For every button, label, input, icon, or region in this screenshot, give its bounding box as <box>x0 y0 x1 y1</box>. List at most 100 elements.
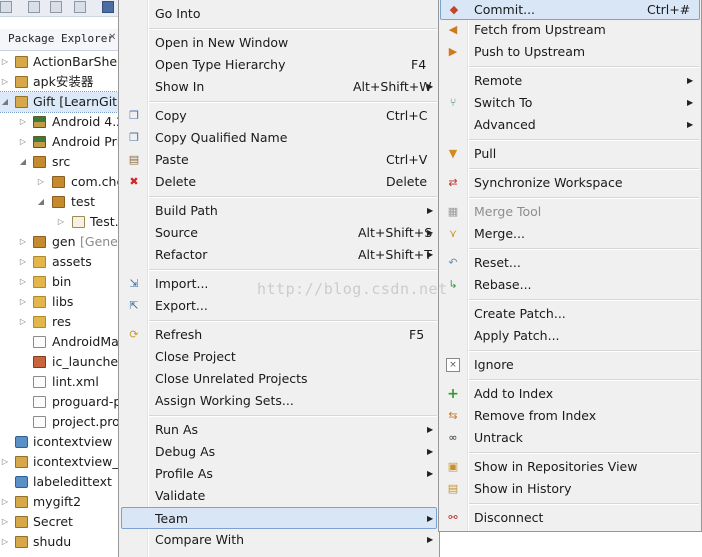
menu-item-debug-as[interactable]: Debug As ▶ <box>121 441 437 463</box>
save-icon[interactable] <box>28 1 40 13</box>
menu-item-advanced[interactable]: Advanced ▶ <box>440 114 700 136</box>
tree-item[interactable]: ◢ src <box>0 152 118 172</box>
menu-item-close-project[interactable]: Close Project <box>121 346 437 368</box>
print-icon[interactable] <box>74 1 86 13</box>
xml-file-icon <box>33 336 46 348</box>
menu-item-show-in-repositories-view[interactable]: ▣ Show in Repositories View <box>440 456 700 478</box>
menu-item-copy-qualified-name[interactable]: ❐ Copy Qualified Name <box>121 127 437 149</box>
menu-item-ignore[interactable]: × Ignore <box>440 354 700 376</box>
expand-icon[interactable]: ▷ <box>18 272 28 292</box>
tree-item[interactable]: ▷ com.che <box>0 172 118 192</box>
tree-item[interactable]: AndroidMa <box>0 332 118 352</box>
tree-item[interactable]: ▷ res <box>0 312 118 332</box>
expand-icon[interactable]: ▷ <box>0 532 10 552</box>
package-explorer: Package Explorer ✕ ▷ ActionBarSherl ▷ ap… <box>0 0 118 557</box>
tree-item[interactable]: labeledittext <box>0 472 118 492</box>
menu-item-team[interactable]: Team ▶ <box>121 507 437 529</box>
expand-icon[interactable]: ▷ <box>18 312 28 332</box>
menu-item-fetch-from-upstream[interactable]: ◀ Fetch from Upstream <box>440 19 700 41</box>
tree-item[interactable]: proguard-p <box>0 392 118 412</box>
tree-item[interactable]: ▷ apk安装器 <box>0 72 118 92</box>
menu-item-export[interactable]: ⇱ Export... <box>121 295 437 317</box>
expand-icon[interactable]: ▷ <box>36 172 46 192</box>
expand-icon[interactable]: ▷ <box>0 492 10 512</box>
tree-item[interactable]: ▷ shudu <box>0 532 118 552</box>
menu-item-refresh[interactable]: ⟳ Refresh F5 <box>121 324 437 346</box>
tree-item[interactable]: ▷ icontextview_ex <box>0 452 118 472</box>
save-all-icon[interactable] <box>50 1 62 13</box>
tree-item[interactable]: lint.xml <box>0 372 118 392</box>
menu-item-disconnect[interactable]: ⚯ Disconnect <box>440 507 700 529</box>
tree-item[interactable]: ▷ Secret <box>0 512 118 532</box>
menu-item-remote[interactable]: Remote ▶ <box>440 70 700 92</box>
menu-item-untrack[interactable]: ∞ Untrack <box>440 427 700 449</box>
menu-item-open-in-new-window[interactable]: Open in New Window <box>121 32 437 54</box>
tree-item[interactable]: project.pro <box>0 412 118 432</box>
folder-icon <box>33 316 46 328</box>
expand-icon[interactable]: ▷ <box>18 112 28 132</box>
menu-item-open-type-hierarchy[interactable]: Open Type Hierarchy F4 <box>121 54 437 76</box>
expand-icon[interactable]: ▷ <box>18 232 28 252</box>
explorer-tab[interactable]: Package Explorer ✕ <box>0 29 118 51</box>
menu-item-profile-as[interactable]: Profile As ▶ <box>121 463 437 485</box>
dropdown-arrow-icon[interactable] <box>0 1 12 13</box>
expand-icon[interactable]: ▷ <box>0 72 10 92</box>
menu-item-assign-working-sets[interactable]: Assign Working Sets... <box>121 390 437 412</box>
menu-item-switch-to[interactable]: ⑂ Switch To ▶ <box>440 92 700 114</box>
merge-icon: ⋎ <box>448 227 458 240</box>
menu-item-remove-from-index[interactable]: ⇆ Remove from Index <box>440 405 700 427</box>
expand-icon[interactable]: ▷ <box>56 212 66 232</box>
menu-item-paste[interactable]: ▤ Paste Ctrl+V <box>121 149 437 171</box>
tree-item[interactable]: ◢ test <box>0 192 118 212</box>
tree-item[interactable]: ▷ ActionBarSherl <box>0 52 118 72</box>
menu-item-close-unrelated-projects[interactable]: Close Unrelated Projects <box>121 368 437 390</box>
tree-item[interactable]: ▷ Android Pri <box>0 132 118 152</box>
tree-item[interactable]: ▷ assets <box>0 252 118 272</box>
menu-item-merge-tool[interactable]: ▦ Merge Tool <box>440 201 700 223</box>
menu-item-push-to-upstream[interactable]: ▶ Push to Upstream <box>440 41 700 63</box>
expand-icon[interactable]: ▷ <box>18 252 28 272</box>
expand-icon[interactable]: ▷ <box>18 292 28 312</box>
tree-item[interactable]: ▷ Test. <box>0 212 118 232</box>
menu-item-run-as[interactable]: Run As ▶ <box>121 419 437 441</box>
project-icon <box>15 96 28 108</box>
menu-item-rebase[interactable]: ↳ Rebase... <box>440 274 700 296</box>
menu-item-validate[interactable]: Validate <box>121 485 437 507</box>
tree-item[interactable]: ▷ mygift2 <box>0 492 118 512</box>
tree-item[interactable]: ic_launcher- <box>0 352 118 372</box>
expand-icon[interactable]: ▷ <box>0 512 10 532</box>
menu-item-add-to-index[interactable]: + Add to Index <box>440 383 700 405</box>
menu-item-delete[interactable]: ✖ Delete Delete <box>121 171 437 193</box>
tree-item[interactable]: ▷ Android 4.2 <box>0 112 118 132</box>
menu-item-pull[interactable]: ▼ Pull <box>440 143 700 165</box>
tree-item-selected[interactable]: ◢ Gift [LearnGit r <box>0 91 118 113</box>
tree-item[interactable]: ▷ libs <box>0 292 118 312</box>
collapse-icon[interactable]: ◢ <box>36 192 46 212</box>
menu-item-show-in-history[interactable]: ▤ Show in History <box>440 478 700 500</box>
close-icon[interactable]: ✕ <box>108 32 116 43</box>
expand-icon[interactable]: ▷ <box>0 52 10 72</box>
menu-item-reset[interactable]: ↶ Reset... <box>440 252 700 274</box>
menu-item-commit[interactable]: ◆ Commit... Ctrl+# <box>440 0 700 20</box>
menu-item-synchronize-workspace[interactable]: ⇄ Synchronize Workspace <box>440 172 700 194</box>
menu-item-copy[interactable]: ❐ Copy Ctrl+C <box>121 105 437 127</box>
delete-icon: ✖ <box>129 175 139 188</box>
menu-item-source[interactable]: Source Alt+Shift+S ▶ <box>121 222 437 244</box>
tree-item[interactable]: icontextview <box>0 432 118 452</box>
expand-icon[interactable]: ▷ <box>0 452 10 472</box>
menu-item-create-patch[interactable]: Create Patch... <box>440 303 700 325</box>
menu-item-apply-patch[interactable]: Apply Patch... <box>440 325 700 347</box>
menu-item-refactor[interactable]: Refactor Alt+Shift+T ▶ <box>121 244 437 266</box>
download-icon[interactable] <box>102 1 114 13</box>
menu-item-show-in[interactable]: Show In Alt+Shift+W ▶ <box>121 76 437 98</box>
collapse-icon[interactable]: ◢ <box>0 92 10 112</box>
menu-item-merge[interactable]: ⋎ Merge... <box>440 223 700 245</box>
collapse-icon[interactable]: ◢ <box>18 152 28 172</box>
tree-item[interactable]: ▷ bin <box>0 272 118 292</box>
expand-icon[interactable]: ▷ <box>18 132 28 152</box>
tree-item[interactable]: ▷ gen [Gener <box>0 232 118 252</box>
menu-item-compare-with[interactable]: Compare With ▶ <box>121 529 437 551</box>
menu-item-go-into[interactable]: Go Into <box>121 3 437 25</box>
menu-item-import[interactable]: ⇲ Import... <box>121 273 437 295</box>
menu-item-build-path[interactable]: Build Path ▶ <box>121 200 437 222</box>
